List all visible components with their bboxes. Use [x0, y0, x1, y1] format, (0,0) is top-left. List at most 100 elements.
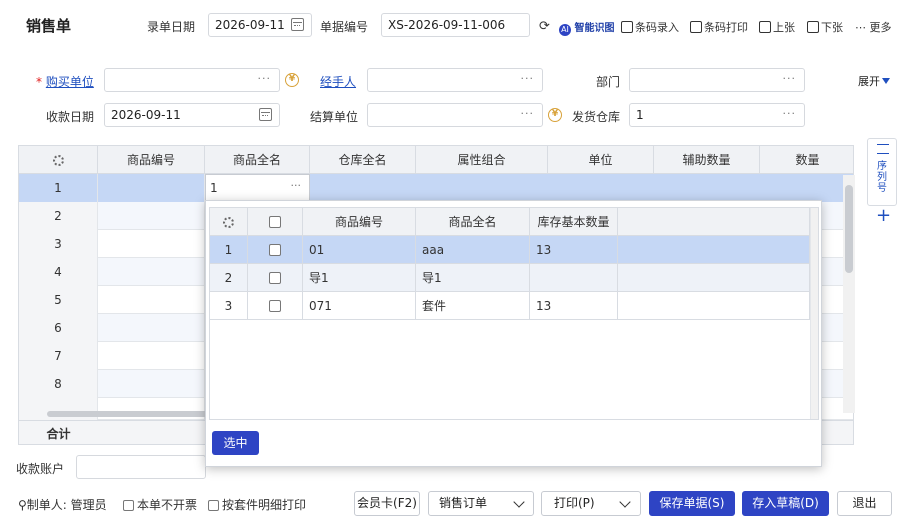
picker-col-stock[interactable]: 库存基本数量	[530, 208, 618, 236]
picker-table: 商品编号 商品全名 库存基本数量 1 01 aaa 13 2 导1 导1 3 0…	[209, 207, 819, 420]
account-label: 收款账户	[16, 462, 65, 476]
warehouse-input[interactable]: 1 ···	[629, 103, 805, 127]
page-title: 销售单	[26, 17, 72, 35]
ellipsis-icon[interactable]: ···	[258, 72, 272, 85]
doc-no-label: 单据编号	[320, 20, 369, 34]
gear-icon	[52, 155, 64, 166]
print-by-detail-checkbox[interactable]: 按套件明细打印	[208, 496, 306, 513]
barcode-print-label: 条码打印	[704, 21, 748, 34]
account-input[interactable]	[76, 455, 206, 479]
top-bar: 销售单 录单日期 2026-09-11 单据编号 XS-2026-09-11-0…	[0, 0, 900, 52]
product-picker-popup: 商品编号 商品全名 库存基本数量 1 01 aaa 13 2 导1 导1 3 0…	[205, 200, 822, 467]
handler-label[interactable]: 经手人	[320, 73, 356, 90]
picker-row[interactable]: 3 071 套件 13	[210, 292, 810, 320]
picker-vertical-scrollbar[interactable]	[810, 208, 818, 419]
settle-input[interactable]: ···	[367, 103, 543, 127]
ai-recognize-label: 智能识图	[574, 23, 615, 34]
product-name-editor[interactable]: 1 ···	[205, 174, 310, 202]
member-card-button[interactable]: 会员卡(F2)	[354, 491, 420, 516]
col-unit[interactable]: 单位	[548, 146, 654, 174]
prev-button[interactable]: 上张	[759, 19, 795, 35]
settle-label: 结算单位	[310, 110, 359, 124]
gear-icon	[223, 217, 234, 228]
picker-col-name[interactable]: 商品全名	[416, 208, 530, 236]
chevron-down-icon[interactable]	[619, 496, 631, 508]
checkbox-icon[interactable]	[269, 244, 281, 256]
save-button[interactable]: 保存单据(S)	[649, 491, 735, 516]
checkbox-icon[interactable]	[208, 500, 219, 511]
ellipsis-icon[interactable]: ···	[783, 72, 797, 85]
barcode-icon	[621, 21, 633, 33]
user-icon: ⚲	[18, 498, 27, 512]
vertical-scrollbar[interactable]	[845, 185, 853, 273]
print-button[interactable]: 打印(P)	[541, 491, 641, 516]
chevron-down-icon[interactable]	[513, 496, 525, 508]
buyer-input[interactable]: ···	[104, 68, 280, 92]
serial-number-panel-button[interactable]: 序列号	[867, 138, 897, 206]
barcode-print-button[interactable]: 条码打印	[690, 19, 748, 35]
checkbox-icon[interactable]	[269, 272, 281, 284]
ai-recognize-button[interactable]: AI 智能识图	[559, 19, 615, 36]
doc-no-field[interactable]: XS-2026-09-11-006	[381, 13, 530, 37]
col-qty[interactable]: 数量	[760, 146, 853, 174]
exit-button[interactable]: 退出	[837, 491, 892, 516]
ellipsis-icon[interactable]: ···	[291, 179, 302, 192]
refresh-button[interactable]: ⟳	[539, 19, 550, 34]
picker-row[interactable]: 2 导1 导1	[210, 264, 810, 292]
printer-icon	[690, 21, 702, 33]
table-row[interactable]: 1 1 ···	[19, 174, 853, 202]
receive-date-label: 收款日期	[46, 110, 95, 124]
calendar-icon[interactable]	[291, 18, 304, 31]
picker-select-all[interactable]	[248, 208, 303, 236]
horizontal-scrollbar[interactable]	[47, 411, 212, 417]
no-invoice-checkbox[interactable]: 本单不开票	[123, 496, 197, 513]
picker-col-code[interactable]: 商品编号	[303, 208, 416, 236]
triangle-down-icon	[882, 78, 890, 84]
picker-row[interactable]: 1 01 aaa 13	[210, 236, 810, 264]
receive-date-field[interactable]: 2026-09-11	[104, 103, 280, 127]
save-draft-button[interactable]: 存入草稿(D)	[742, 491, 829, 516]
more-button[interactable]: ⋯ 更多	[855, 19, 892, 35]
col-attributes[interactable]: 属性组合	[416, 146, 548, 174]
ellipsis-icon[interactable]: ···	[783, 107, 797, 120]
expand-toggle[interactable]: 展开	[858, 73, 890, 89]
entry-date-field[interactable]: 2026-09-11	[208, 13, 312, 37]
prev-label: 上张	[773, 21, 795, 34]
chevron-right-icon	[807, 21, 819, 33]
grid-settings-button[interactable]	[19, 146, 98, 174]
dept-label: 部门	[596, 75, 621, 89]
ellipsis-icon[interactable]: ···	[521, 72, 535, 85]
col-product-name[interactable]: 商品全名	[205, 146, 310, 174]
checkbox-icon[interactable]	[269, 216, 281, 228]
select-button[interactable]: 选中	[212, 431, 259, 455]
doc-no-value: XS-2026-09-11-006	[388, 18, 506, 32]
more-icon: ⋯	[855, 21, 866, 34]
col-aux-qty[interactable]: 辅助数量	[654, 146, 760, 174]
required-mark: *	[36, 75, 46, 89]
warehouse-label: 发货仓库	[572, 110, 621, 124]
chevron-left-icon	[759, 21, 771, 33]
ellipsis-icon[interactable]: ···	[521, 107, 535, 120]
more-label: 更多	[869, 21, 892, 34]
checkbox-icon[interactable]	[123, 500, 134, 511]
next-button[interactable]: 下张	[807, 19, 843, 35]
ai-icon: AI	[559, 24, 571, 36]
maker-info: ⚲制单人: 管理员	[18, 498, 107, 512]
checkbox-icon[interactable]	[269, 300, 281, 312]
balance-icon[interactable]: ¥	[548, 108, 562, 122]
sales-order-button[interactable]: 销售订单	[428, 491, 534, 516]
next-label: 下张	[821, 21, 843, 34]
picker-settings-button[interactable]	[210, 208, 248, 236]
col-product-code[interactable]: 商品编号	[98, 146, 205, 174]
barcode-entry-label: 条码录入	[635, 21, 679, 34]
add-icon[interactable]: +	[876, 205, 891, 226]
entry-date-label: 录单日期	[147, 20, 196, 34]
refresh-icon: ⟳	[539, 19, 550, 34]
barcode-entry-button[interactable]: 条码录入	[621, 19, 679, 35]
buyer-label[interactable]: * 购买单位	[36, 73, 94, 90]
dept-input[interactable]: ···	[629, 68, 805, 92]
balance-icon[interactable]: ¥	[285, 73, 299, 87]
col-warehouse[interactable]: 仓库全名	[310, 146, 416, 174]
calendar-icon[interactable]	[259, 108, 272, 121]
handler-input[interactable]: ···	[367, 68, 543, 92]
